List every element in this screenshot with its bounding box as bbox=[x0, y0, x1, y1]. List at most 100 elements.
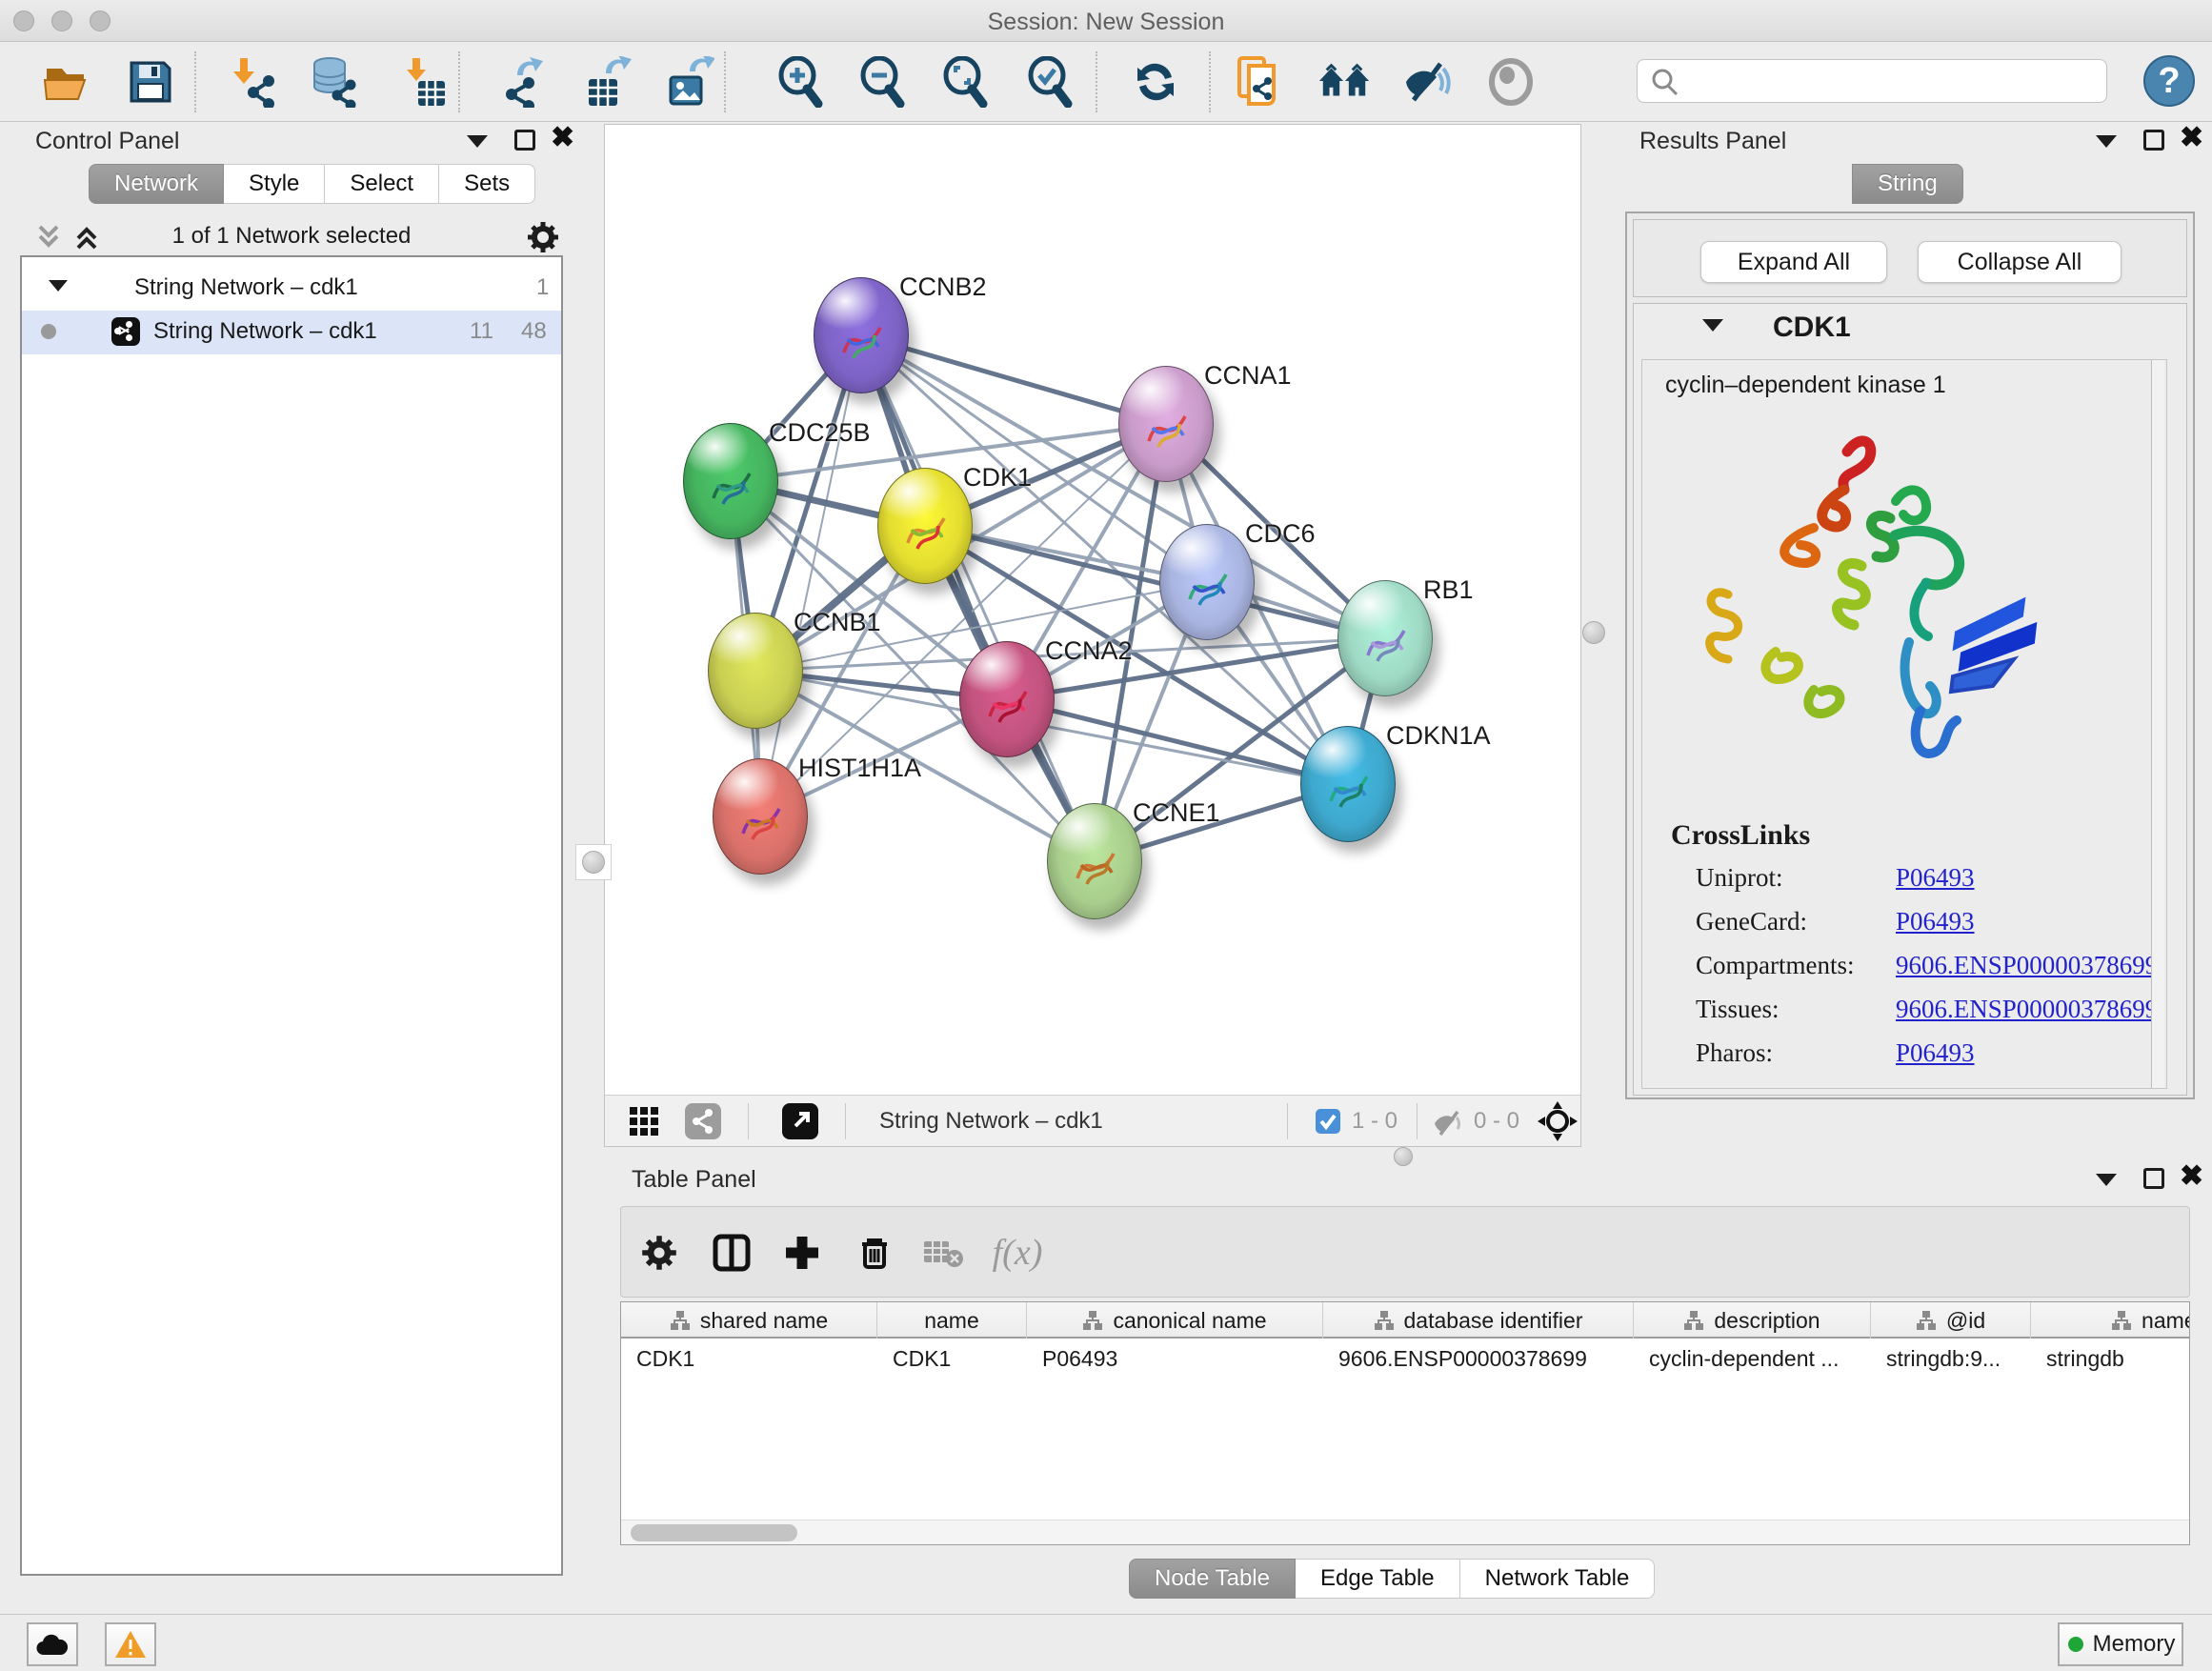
table-toolbar: f(x) bbox=[620, 1206, 2190, 1298]
column-header-database-identifier[interactable]: database identifier bbox=[1323, 1302, 1634, 1339]
table-cell[interactable]: cyclin-dependent ... bbox=[1634, 1340, 1871, 1377]
gene-expander-icon[interactable] bbox=[1702, 319, 1723, 332]
network-node-rb1[interactable] bbox=[1337, 580, 1433, 696]
memory-button[interactable]: Memory bbox=[2058, 1622, 2183, 1666]
network-node-cdkn1a[interactable] bbox=[1300, 726, 1396, 842]
import-database-icon[interactable] bbox=[308, 55, 361, 109]
network-node-ccne1[interactable] bbox=[1047, 803, 1142, 919]
panel-menu-caret-icon[interactable] bbox=[2096, 1174, 2117, 1186]
network-node-ccna2[interactable] bbox=[959, 641, 1055, 757]
zoom-in-icon[interactable] bbox=[774, 55, 827, 109]
float-panel-icon[interactable] bbox=[2143, 1168, 2164, 1189]
crosslink-link[interactable]: 9606.ENSP00000378699 bbox=[1896, 951, 2158, 980]
table-row[interactable]: CDK1CDK1P064939606.ENSP00000378699cyclin… bbox=[621, 1340, 2190, 1377]
zoom-out-icon[interactable] bbox=[855, 55, 909, 109]
save-session-icon[interactable] bbox=[124, 55, 177, 109]
birdseye-crosshair-icon[interactable] bbox=[1537, 1100, 1579, 1142]
zoom-fit-icon[interactable] bbox=[938, 55, 992, 109]
column-header-name[interactable]: name bbox=[877, 1302, 1027, 1339]
show-all-icon[interactable] bbox=[1484, 55, 1538, 109]
delete-table-icon[interactable] bbox=[916, 1226, 970, 1279]
table-cell[interactable]: P06493 bbox=[1027, 1340, 1323, 1377]
panel-menu-caret-icon[interactable] bbox=[2096, 135, 2117, 148]
tab-network[interactable]: Network bbox=[89, 164, 224, 204]
import-table-icon[interactable] bbox=[396, 55, 450, 109]
crosslink-link[interactable]: 9606.ENSP00000378699 bbox=[1896, 995, 2158, 1024]
table-cell[interactable]: stringdb:9... bbox=[1871, 1340, 2031, 1377]
tree-expander-icon[interactable] bbox=[49, 280, 68, 292]
table-tab-node-table[interactable]: Node Table bbox=[1129, 1559, 1296, 1599]
right-splitter-handle[interactable] bbox=[1582, 621, 1605, 644]
table-cell[interactable]: 9606.ENSP00000378699 bbox=[1323, 1340, 1634, 1377]
grid-view-icon[interactable] bbox=[628, 1105, 660, 1137]
network-collection-row[interactable]: String Network – cdk1 1 bbox=[22, 267, 561, 311]
network-edges[interactable] bbox=[605, 125, 1580, 1095]
cloud-button[interactable] bbox=[27, 1622, 78, 1666]
network-node-cdc25b[interactable] bbox=[683, 423, 778, 539]
close-panel-icon[interactable]: ✖ bbox=[2180, 1166, 2203, 1187]
network-node-cdc6[interactable] bbox=[1159, 524, 1255, 640]
column-label: description bbox=[1714, 1308, 1820, 1334]
function-builder-icon[interactable]: f(x) bbox=[991, 1226, 1044, 1279]
column-header-@id[interactable]: @id bbox=[1871, 1302, 2031, 1339]
network-node-hist1h1a[interactable] bbox=[713, 758, 808, 875]
tab-sets[interactable]: Sets bbox=[439, 164, 535, 204]
warnings-button[interactable] bbox=[105, 1622, 156, 1666]
table-cell[interactable]: CDK1 bbox=[877, 1340, 1027, 1377]
crosslink-link[interactable]: P06493 bbox=[1896, 907, 1975, 936]
float-panel-icon[interactable] bbox=[514, 130, 535, 151]
close-panel-icon[interactable]: ✖ bbox=[551, 128, 574, 149]
search-input[interactable] bbox=[1687, 64, 2097, 98]
panel-menu-caret-icon[interactable] bbox=[467, 135, 488, 148]
first-neighbors-icon[interactable] bbox=[1317, 55, 1371, 109]
crosslink-link[interactable]: P06493 bbox=[1896, 1038, 1975, 1068]
selected-checkbox-icon[interactable] bbox=[1316, 1109, 1340, 1134]
column-type-icon bbox=[1683, 1310, 1704, 1331]
table-panel-title: Table Panel bbox=[632, 1166, 756, 1194]
results-tab-string[interactable]: String bbox=[1852, 164, 1963, 204]
float-panel-icon[interactable] bbox=[2143, 130, 2164, 151]
network-canvas[interactable]: CCNB2CCNA1CDC25BCDK1CDC6RB1CCNB1CCNA2CDK… bbox=[605, 125, 1580, 1095]
expand-all-button[interactable]: Expand All bbox=[1700, 241, 1887, 283]
column-header-shared-name[interactable]: shared name bbox=[621, 1302, 877, 1339]
share-view-icon[interactable] bbox=[685, 1103, 721, 1139]
tab-style[interactable]: Style bbox=[224, 164, 325, 204]
export-network-icon[interactable] bbox=[495, 55, 549, 109]
import-network-icon[interactable] bbox=[228, 55, 281, 109]
crosslink-link[interactable]: P06493 bbox=[1896, 863, 1975, 893]
results-scrollbar[interactable] bbox=[2151, 360, 2164, 1088]
left-splitter-handle[interactable] bbox=[575, 844, 612, 880]
show-columns-icon[interactable] bbox=[705, 1226, 758, 1279]
close-panel-icon[interactable]: ✖ bbox=[2180, 128, 2203, 149]
table-settings-gear-icon[interactable] bbox=[633, 1226, 686, 1279]
zoom-selected-icon[interactable] bbox=[1023, 55, 1076, 109]
help-button[interactable]: ? bbox=[2143, 55, 2195, 107]
clone-network-icon[interactable] bbox=[1233, 55, 1286, 109]
column-header-namespace[interactable]: namespace bbox=[2031, 1302, 2190, 1339]
protein-thumbnail bbox=[1321, 759, 1377, 818]
table-cell[interactable]: CDK1 bbox=[621, 1340, 877, 1377]
network-options-gear-icon[interactable] bbox=[526, 220, 560, 254]
open-in-window-icon[interactable] bbox=[782, 1103, 818, 1139]
network-node-ccna1[interactable] bbox=[1118, 366, 1214, 482]
network-row-selected[interactable]: String Network – cdk1 11 48 bbox=[22, 311, 561, 354]
network-node-ccnb2[interactable] bbox=[814, 277, 909, 393]
column-header-description[interactable]: description bbox=[1634, 1302, 1871, 1339]
table-tab-network-table[interactable]: Network Table bbox=[1460, 1559, 1656, 1599]
hscrollbar-thumb[interactable] bbox=[631, 1524, 797, 1541]
export-table-icon[interactable] bbox=[580, 55, 633, 109]
export-image-icon[interactable] bbox=[662, 55, 715, 109]
table-cell[interactable]: stringdb bbox=[2031, 1340, 2190, 1377]
table-tab-edge-table[interactable]: Edge Table bbox=[1296, 1559, 1460, 1599]
delete-column-icon[interactable] bbox=[848, 1226, 901, 1279]
refresh-layout-icon[interactable] bbox=[1129, 55, 1182, 109]
table-tabs: Node TableEdge TableNetwork Table bbox=[1129, 1559, 1655, 1599]
hide-selected-icon[interactable] bbox=[1399, 55, 1453, 109]
add-column-icon[interactable] bbox=[775, 1226, 829, 1279]
open-session-icon[interactable] bbox=[40, 55, 93, 109]
tab-select[interactable]: Select bbox=[325, 164, 439, 204]
network-node-cdk1[interactable] bbox=[877, 468, 973, 584]
collapse-all-button[interactable]: Collapse All bbox=[1918, 241, 2122, 283]
network-node-ccnb1[interactable] bbox=[708, 613, 803, 729]
column-header-canonical-name[interactable]: canonical name bbox=[1027, 1302, 1323, 1339]
